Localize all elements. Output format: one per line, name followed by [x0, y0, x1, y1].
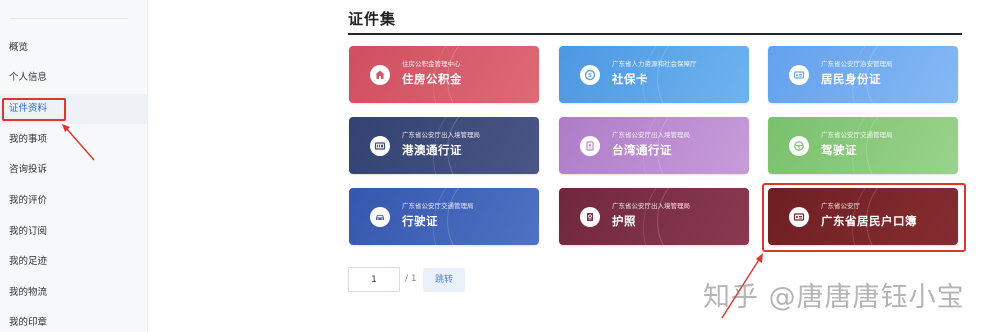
card-id-card[interactable]: 广东省公安厅治安管理局 居民身份证	[768, 46, 958, 103]
card-title: 驾驶证	[821, 143, 857, 157]
card-issuer: 住房公积金管理中心	[402, 60, 461, 68]
sidebar-item-consult-complaint[interactable]: 咨询投诉	[0, 155, 147, 185]
permit-icon	[370, 136, 390, 156]
card-decoration	[643, 188, 749, 245]
card-title: 住房公积金	[402, 72, 462, 86]
card-driver-license[interactable]: 广东省公安厅交通管理局 驾驶证	[768, 117, 958, 174]
social-security-icon: S	[580, 65, 600, 85]
card-taiwan-permit[interactable]: 广东省公安厅出入境管理局 台湾通行证	[559, 117, 749, 174]
sidebar-item-my-subscriptions[interactable]: 我的订阅	[0, 217, 147, 247]
card-title: 台湾通行证	[612, 143, 672, 157]
card-issuer: 广东省公安厅交通管理局	[402, 202, 474, 210]
card-issuer: 广东省公安厅出入境管理局	[612, 202, 690, 210]
svg-text:S: S	[588, 73, 592, 79]
sidebar-item-my-footprints[interactable]: 我的足迹	[0, 247, 147, 277]
annotation-highlight-sidebar	[2, 98, 66, 121]
card-title: 居民身份证	[821, 72, 881, 86]
sidebar-item-my-seals[interactable]: 我的印章	[0, 308, 147, 332]
card-title: 行驶证	[402, 214, 438, 228]
card-vehicle-license[interactable]: 广东省公安厅交通管理局 行驶证	[349, 188, 539, 245]
sidebar-item-my-logistics[interactable]: 我的物流	[0, 278, 147, 308]
card-social-security[interactable]: S 广东省人力资源和社会保障厅 社保卡	[559, 46, 749, 103]
card-issuer: 广东省公安厅治安管理局	[821, 60, 893, 68]
card-decoration	[643, 46, 749, 103]
card-title: 护照	[612, 214, 636, 228]
id-card-icon	[789, 65, 809, 85]
card-decoration	[433, 188, 539, 245]
card-passport[interactable]: 广东省公安厅出入境管理局 护照	[559, 188, 749, 245]
card-decoration	[852, 117, 958, 174]
sidebar-item-my-matters[interactable]: 我的事项	[0, 125, 147, 155]
passport-book-icon	[580, 136, 600, 156]
card-issuer: 广东省公安厅出入境管理局	[612, 131, 690, 139]
page-total: / 1	[405, 274, 417, 284]
passport-icon	[580, 207, 600, 227]
car-icon	[370, 207, 390, 227]
card-issuer: 广东省公安厅交通管理局	[821, 131, 893, 139]
sidebar-item-personal-info[interactable]: 个人信息	[0, 63, 147, 93]
annotation-highlight-card	[762, 183, 966, 252]
sidebar: 概览 个人信息 证件资料 我的事项 咨询投诉 我的评价 我的订阅 我的足迹 我的…	[0, 0, 148, 332]
sidebar-item-my-reviews[interactable]: 我的评价	[0, 186, 147, 216]
watermark: 知乎 @唐唐唐钰小宝	[703, 282, 965, 313]
page-title: 证件集	[348, 10, 397, 28]
card-issuer: 广东省人力资源和社会保障厅	[612, 60, 697, 68]
card-title: 社保卡	[612, 72, 648, 86]
sidebar-divider	[10, 18, 128, 19]
steering-wheel-icon	[789, 136, 809, 156]
card-hk-macau-permit[interactable]: 广东省公安厅出入境管理局 港澳通行证	[349, 117, 539, 174]
card-housing-fund[interactable]: 住房公积金管理中心 住房公积金	[349, 46, 539, 103]
jump-button[interactable]: 跳转	[423, 268, 465, 292]
card-title: 港澳通行证	[402, 143, 462, 157]
house-icon	[370, 65, 390, 85]
page-number-input[interactable]	[348, 267, 400, 292]
card-issuer: 广东省公安厅出入境管理局	[402, 131, 480, 139]
title-divider	[348, 33, 962, 35]
sidebar-item-overview[interactable]: 概览	[0, 33, 147, 63]
